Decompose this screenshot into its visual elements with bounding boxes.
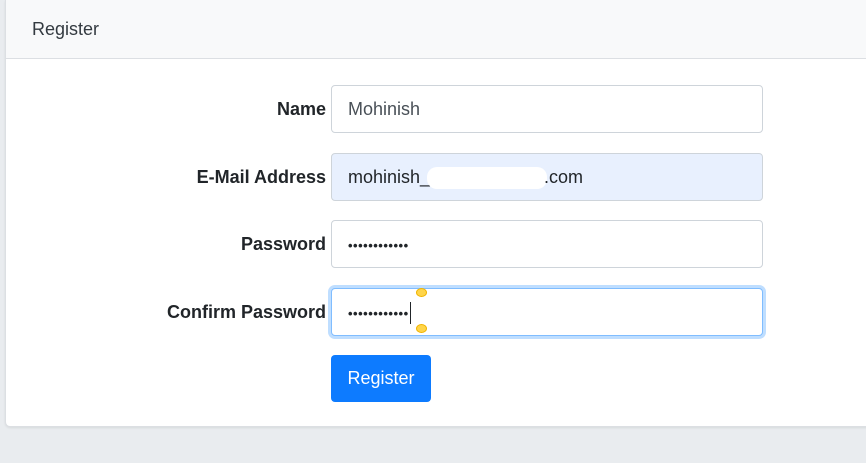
redaction-mark <box>427 167 548 190</box>
name-input-value: Mohinish <box>348 99 421 119</box>
password-input-mask: •••••••••••• <box>348 238 409 253</box>
text-cursor <box>409 302 411 325</box>
card-header: Register <box>6 0 866 59</box>
email-input[interactable]: mohinish_ .com <box>331 153 763 201</box>
email-row: E-Mail Address mohinish_ .com <box>6 153 866 201</box>
confirm-password-input[interactable]: •••••••••••• <box>331 288 763 336</box>
password-label: Password <box>240 234 326 254</box>
name-input[interactable]: Mohinish <box>331 85 763 133</box>
confirm-password-row: Confirm Password •••••••••••• <box>6 288 866 336</box>
email-input-suffix: .com <box>544 167 584 187</box>
register-button[interactable]: Register <box>331 355 431 402</box>
password-input[interactable]: •••••••••••• <box>331 220 763 268</box>
confirm-password-label: Confirm Password <box>166 302 326 322</box>
name-label: Name <box>276 99 326 119</box>
card-title: Register <box>32 19 100 39</box>
register-card: Register Name Mohinish E-Mail Address mo… <box>5 0 866 427</box>
selection-handle-top[interactable] <box>416 288 427 297</box>
name-row: Name Mohinish <box>6 85 866 133</box>
selection-handle-bottom[interactable] <box>416 324 427 333</box>
confirm-password-input-mask: •••••••••••• <box>348 306 409 321</box>
password-row: Password •••••••••••• <box>6 220 866 268</box>
email-label: E-Mail Address <box>196 167 326 187</box>
email-input-prefix: mohinish_ <box>348 167 431 187</box>
